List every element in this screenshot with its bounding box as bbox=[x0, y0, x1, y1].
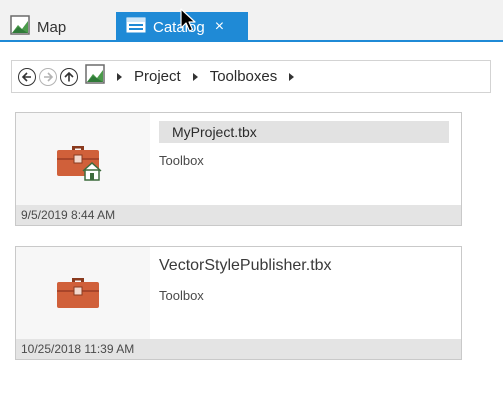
tab-map-label: Map bbox=[37, 18, 67, 36]
back-button[interactable] bbox=[18, 67, 36, 86]
catalog-view: Map Catalog × Project Toolboxes MyProjec… bbox=[0, 0, 503, 394]
catalog-icon bbox=[126, 16, 146, 38]
breadcrumb-separator-icon[interactable] bbox=[117, 72, 122, 81]
tab-catalog-label: Catalog bbox=[153, 18, 205, 36]
item-date: 9/5/2019 8:44 AM bbox=[16, 205, 461, 225]
tab-underline bbox=[0, 40, 503, 42]
item-type: Toolbox bbox=[159, 288, 204, 303]
breadcrumb-root[interactable] bbox=[85, 64, 105, 89]
map-icon bbox=[10, 15, 30, 39]
item-type: Toolbox bbox=[159, 153, 204, 168]
item-thumbnail bbox=[16, 247, 150, 341]
tab-strip: Map Catalog × bbox=[0, 0, 503, 42]
item-name[interactable]: VectorStylePublisher.tbx bbox=[159, 257, 332, 275]
mouse-pointer-icon bbox=[180, 8, 196, 39]
map-icon bbox=[85, 64, 105, 89]
arrow-left-icon bbox=[21, 71, 33, 83]
catalog-navigation-bar: Project Toolboxes bbox=[11, 60, 491, 93]
item-date: 10/25/2018 11:39 AM bbox=[16, 339, 461, 359]
toolbox-home-icon bbox=[55, 141, 105, 186]
toolbox-icon bbox=[55, 273, 105, 318]
catalog-item-vectorstylepublisher[interactable]: VectorStylePublisher.tbx Toolbox 10/25/2… bbox=[15, 246, 462, 360]
tab-map[interactable]: Map bbox=[10, 12, 114, 42]
close-icon[interactable]: × bbox=[215, 19, 224, 35]
breadcrumb-item-project[interactable]: Project bbox=[134, 68, 181, 85]
breadcrumb-separator-icon[interactable] bbox=[192, 72, 198, 81]
item-thumbnail bbox=[16, 113, 150, 207]
arrow-up-icon bbox=[63, 71, 75, 83]
forward-button[interactable] bbox=[39, 67, 57, 86]
catalog-item-myproject[interactable]: MyProject.tbx Toolbox 9/5/2019 8:44 AM bbox=[15, 112, 462, 226]
up-button[interactable] bbox=[60, 67, 78, 86]
breadcrumb-separator-icon[interactable] bbox=[289, 72, 295, 81]
item-name[interactable]: MyProject.tbx bbox=[159, 121, 449, 143]
arrow-right-icon bbox=[42, 71, 54, 83]
breadcrumb-item-toolboxes[interactable]: Toolboxes bbox=[210, 68, 278, 85]
